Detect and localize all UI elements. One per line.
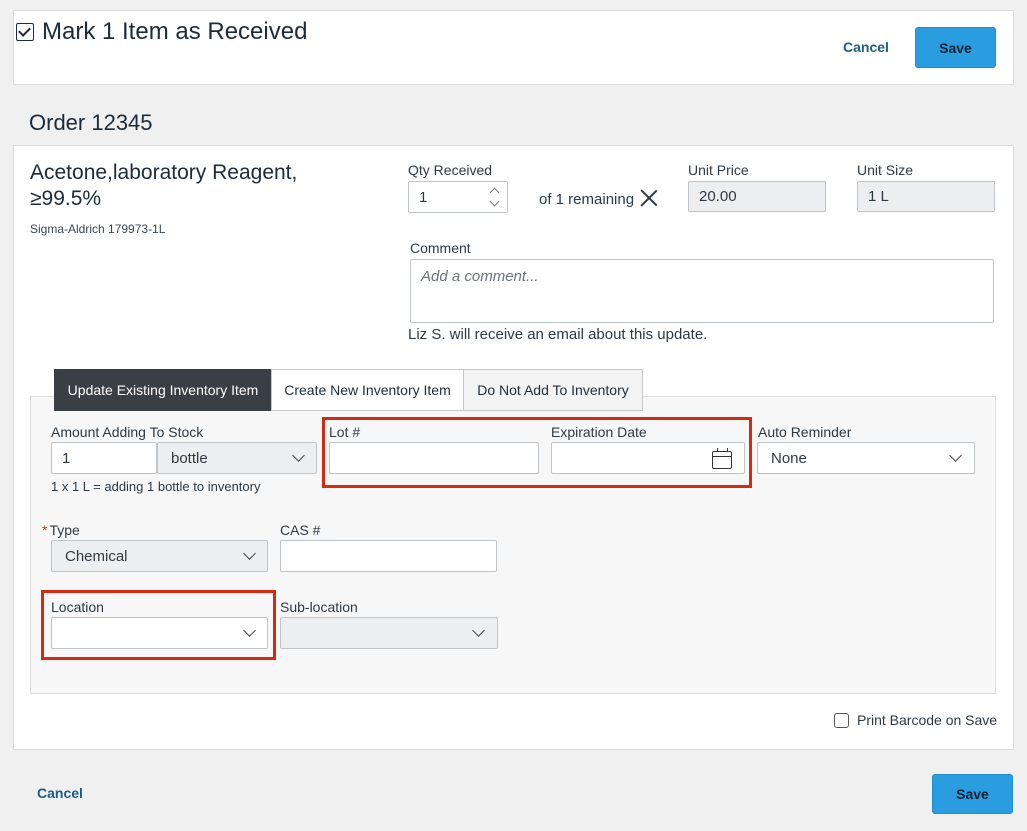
- product-name: Acetone,laboratory Reagent, ≥99.5%: [30, 161, 298, 210]
- expiration-label: Expiration Date: [551, 424, 647, 440]
- amount-input[interactable]: 1: [51, 442, 157, 474]
- comment-label: Comment: [410, 240, 471, 256]
- amount-label: Amount Adding To Stock: [51, 424, 204, 440]
- print-barcode-label: Print Barcode on Save: [857, 712, 998, 728]
- page-title: Mark 1 Item as Received: [16, 18, 307, 46]
- footer-save-button[interactable]: Save: [932, 774, 1013, 814]
- page-title-text: Mark 1 Item as Received: [42, 18, 308, 45]
- qty-received-label: Qty Received: [408, 162, 493, 178]
- chevron-down-icon: [243, 624, 256, 637]
- comment-placeholder: Add a comment...: [421, 268, 539, 285]
- unit-select[interactable]: bottle: [157, 442, 317, 474]
- type-label: * Type: [42, 522, 80, 538]
- type-label-text: Type: [49, 522, 80, 538]
- unit-price-label: Unit Price: [688, 162, 749, 178]
- chevron-down-icon: [472, 624, 485, 637]
- sublocation-label: Sub-location: [280, 599, 358, 615]
- cas-input[interactable]: [280, 540, 497, 572]
- save-button[interactable]: Save: [915, 27, 996, 68]
- type-select[interactable]: Chemical: [51, 540, 268, 572]
- chevron-down-icon: [292, 449, 305, 462]
- checkbox-checked-icon: [16, 23, 34, 41]
- remaining-text: of 1 remaining: [539, 191, 635, 208]
- unit-price-input: 20.00: [688, 181, 826, 212]
- unit-size-label: Unit Size: [857, 162, 914, 178]
- expiration-date-input[interactable]: [551, 442, 745, 474]
- amount-value: 1: [62, 449, 71, 467]
- qty-received-input[interactable]: 1: [408, 181, 508, 213]
- unit-size-input: 1 L: [857, 181, 995, 212]
- product-vendor-catalog: Sigma-Aldrich 179973-1L: [30, 222, 166, 236]
- qty-received-value: 1: [419, 188, 428, 206]
- print-barcode-checkbox[interactable]: [834, 713, 849, 728]
- chevron-down-icon: [949, 449, 962, 462]
- unit-price-value: 20.00: [699, 188, 737, 205]
- lot-label: Lot #: [329, 424, 361, 440]
- unit-select-value: bottle: [171, 449, 208, 467]
- cas-label: CAS #: [280, 522, 321, 538]
- lot-input[interactable]: [329, 442, 539, 474]
- location-select[interactable]: [51, 617, 268, 649]
- type-select-value: Chemical: [65, 547, 128, 565]
- tab-update-existing[interactable]: Update Existing Inventory Item: [54, 369, 272, 411]
- location-label: Location: [51, 599, 104, 615]
- email-notice: Liz S. will receive an email about this …: [408, 326, 708, 343]
- auto-reminder-label: Auto Reminder: [758, 424, 852, 440]
- calendar-icon[interactable]: [712, 448, 732, 469]
- footer-cancel-button[interactable]: Cancel: [37, 785, 83, 801]
- comment-textarea[interactable]: Add a comment...: [410, 259, 994, 323]
- conversion-text: 1 x 1 L = adding 1 bottle to inventory: [51, 479, 261, 494]
- unit-size-value: 1 L: [868, 188, 889, 205]
- required-star: *: [42, 522, 48, 538]
- tab-do-not-add[interactable]: Do Not Add To Inventory: [463, 369, 643, 411]
- tab-create-new[interactable]: Create New Inventory Item: [271, 369, 464, 411]
- auto-reminder-value: None: [771, 449, 807, 467]
- auto-reminder-select[interactable]: None: [757, 442, 975, 474]
- close-icon[interactable]: [640, 189, 658, 207]
- sublocation-select[interactable]: [280, 617, 498, 649]
- qty-stepper[interactable]: [489, 185, 501, 209]
- order-title: Order 12345: [29, 110, 153, 135]
- chevron-down-icon: [243, 547, 256, 560]
- cancel-button[interactable]: Cancel: [843, 39, 889, 55]
